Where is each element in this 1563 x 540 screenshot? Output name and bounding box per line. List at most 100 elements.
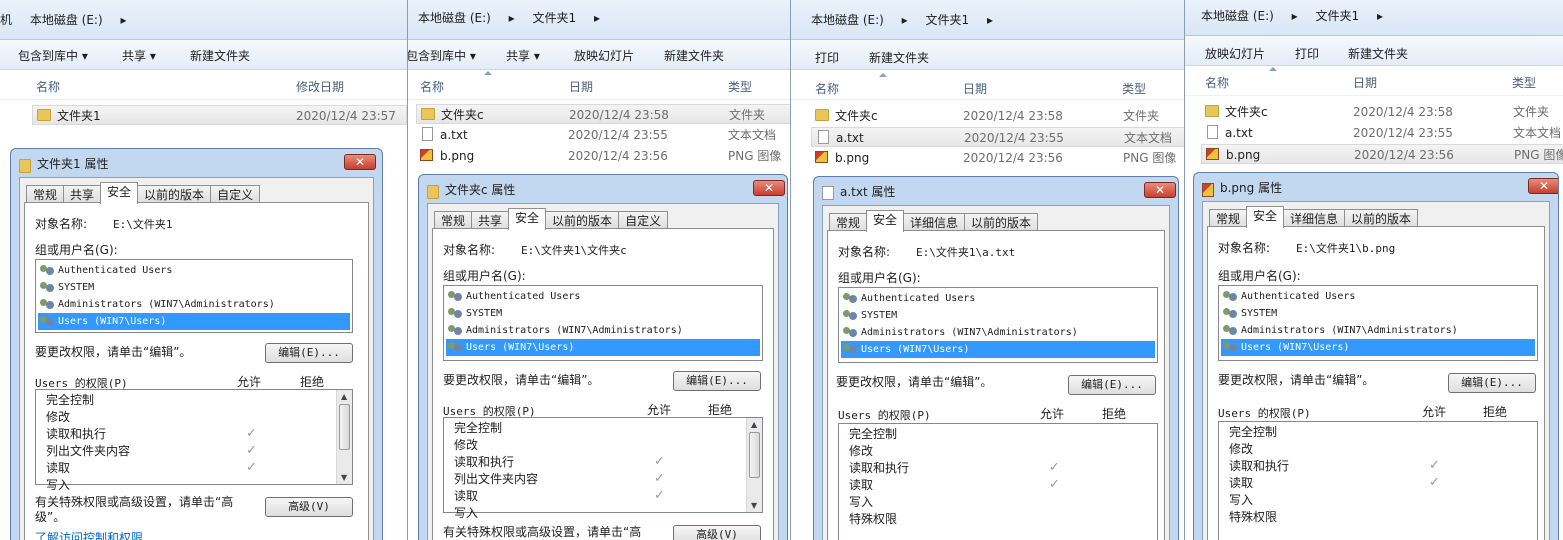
scroll-up-icon[interactable]: ▲	[751, 420, 757, 429]
tab-security[interactable]: 安全	[508, 208, 547, 230]
share-button[interactable]: 共享 ▾	[122, 47, 156, 64]
new-folder-button[interactable]: 新建文件夹	[190, 47, 250, 64]
col-name[interactable]: 名称	[815, 80, 839, 97]
include-in-library-button[interactable]: 包含到库中 ▾	[408, 47, 476, 64]
user-name: SYSTEM	[861, 310, 898, 321]
user-item-selected[interactable]: Users (WIN7\Users)	[38, 313, 350, 330]
file-row[interactable]: a.txt 2020/12/4 23:55 文本文档	[811, 127, 1184, 147]
breadcrumb-disk-e[interactable]: 本地磁盘 (E:)	[811, 13, 884, 27]
tab-security[interactable]: 安全	[1246, 206, 1285, 228]
slideshow-button[interactable]: 放映幻灯片	[1205, 45, 1265, 62]
breadcrumb-disk-e[interactable]: 本地磁盘 (E:)	[30, 13, 103, 27]
col-name[interactable]: 名称	[1205, 74, 1229, 91]
address-bar[interactable]: 本地磁盘 (E:) ▸ 文件夹1 ▸	[1185, 0, 1563, 36]
file-row[interactable]: 文件夹1 2020/12/4 23:57	[32, 105, 407, 125]
breadcrumb-folder1[interactable]: 文件夹1	[1316, 9, 1360, 23]
file-row[interactable]: a.txt 2020/12/4 23:55 文本文档	[416, 125, 790, 145]
permissions-scrollbar[interactable]: ▲ ▼	[746, 418, 762, 512]
file-row[interactable]: 文件夹c 2020/12/4 23:58 文件夹	[811, 106, 1184, 126]
breadcrumb-chevron-icon[interactable]: ▸	[120, 13, 126, 27]
address-bar[interactable]: 本地磁盘 (E:) ▸ 文件夹1 ▸	[791, 0, 1184, 40]
breadcrumb-chevron-icon[interactable]: ▸	[594, 11, 600, 25]
breadcrumb-computer[interactable]: 机	[0, 13, 12, 27]
share-button[interactable]: 共享 ▾	[506, 47, 540, 64]
user-item[interactable]: Administrators (WIN7\Administrators)	[38, 296, 350, 313]
breadcrumb-chevron-icon[interactable]: ▸	[902, 13, 908, 27]
scroll-down-icon[interactable]: ▼	[341, 473, 347, 482]
advanced-button[interactable]: 高级(V)	[673, 525, 761, 540]
file-row[interactable]: 文件夹c 2020/12/4 23:58 文件夹	[416, 104, 790, 124]
breadcrumb-folder1[interactable]: 文件夹1	[926, 13, 970, 27]
file-row[interactable]: a.txt 2020/12/4 23:55 文本文档	[1201, 123, 1563, 143]
breadcrumb-chevron-icon[interactable]: ▸	[987, 13, 993, 27]
file-row[interactable]: 文件夹c 2020/12/4 23:58 文件夹	[1201, 102, 1563, 122]
user-item[interactable]: SYSTEM	[446, 305, 760, 322]
user-item-selected[interactable]: Users (WIN7\Users)	[1221, 339, 1535, 356]
include-in-library-button[interactable]: 包含到库中 ▾	[18, 47, 88, 64]
scroll-down-icon[interactable]: ▼	[751, 501, 757, 510]
address-bar[interactable]: 机 本地磁盘 (E:) ▸	[0, 0, 407, 40]
user-item[interactable]: Authenticated Users	[1221, 288, 1535, 305]
col-type[interactable]: 类型	[1512, 74, 1536, 91]
col-type[interactable]: 类型	[1122, 80, 1146, 97]
file-row[interactable]: b.png 2020/12/4 23:56 PNG 图像	[416, 146, 790, 166]
new-folder-button[interactable]: 新建文件夹	[1348, 45, 1408, 62]
user-item[interactable]: Administrators (WIN7\Administrators)	[1221, 322, 1535, 339]
scroll-up-icon[interactable]: ▲	[341, 392, 347, 401]
permissions-scrollbar[interactable]: ▲ ▼	[336, 390, 352, 484]
perm-item: 完全控制	[1229, 425, 1278, 439]
user-list[interactable]: Authenticated Users SYSTEM Administrator…	[35, 259, 353, 333]
user-item[interactable]: SYSTEM	[841, 307, 1155, 324]
slideshow-button[interactable]: 放映幻灯片	[574, 47, 634, 64]
col-date[interactable]: 日期	[963, 80, 987, 97]
user-list[interactable]: Authenticated Users SYSTEM Administrator…	[1218, 285, 1538, 361]
perm-item: 修改	[849, 444, 874, 458]
user-item[interactable]: SYSTEM	[38, 279, 350, 296]
user-item[interactable]: Administrators (WIN7\Administrators)	[446, 322, 760, 339]
print-button[interactable]: 打印	[815, 49, 839, 66]
breadcrumb-disk-e[interactable]: 本地磁盘 (E:)	[1201, 9, 1274, 23]
user-list[interactable]: Authenticated Users SYSTEM Administrator…	[838, 287, 1158, 363]
perm-item: 列出文件夹内容	[46, 444, 131, 458]
col-date[interactable]: 日期	[1353, 74, 1377, 91]
edit-button[interactable]: 编辑(E)...	[1068, 375, 1156, 395]
file-row[interactable]: b.png 2020/12/4 23:56 PNG 图像	[1201, 144, 1563, 164]
print-button[interactable]: 打印	[1295, 45, 1319, 62]
close-icon[interactable]: ✕	[1528, 178, 1558, 194]
user-item[interactable]: Authenticated Users	[38, 262, 350, 279]
tab-security[interactable]: 安全	[100, 182, 139, 204]
breadcrumb-chevron-icon[interactable]: ▸	[1377, 9, 1383, 23]
edit-button[interactable]: 编辑(E)...	[1448, 373, 1536, 393]
user-item[interactable]: SYSTEM	[1221, 305, 1535, 322]
col-date[interactable]: 日期	[569, 78, 593, 95]
user-item[interactable]: Authenticated Users	[841, 290, 1155, 307]
col-type[interactable]: 类型	[728, 78, 752, 95]
new-folder-button[interactable]: 新建文件夹	[869, 49, 929, 66]
user-item[interactable]: Administrators (WIN7\Administrators)	[841, 324, 1155, 341]
edit-button[interactable]: 编辑(E)...	[265, 343, 353, 363]
command-bar: 放映幻灯片 打印 新建文件夹	[1185, 36, 1563, 66]
breadcrumb-disk-e[interactable]: 本地磁盘 (E:)	[418, 11, 491, 25]
col-date[interactable]: 修改日期	[296, 78, 344, 95]
user-list[interactable]: Authenticated Users SYSTEM Administrator…	[443, 285, 763, 361]
user-item[interactable]: Authenticated Users	[446, 288, 760, 305]
address-bar[interactable]: 本地磁盘 (E:) ▸ 文件夹1 ▸	[408, 0, 790, 40]
file-row[interactable]: b.png 2020/12/4 23:56 PNG 图像	[811, 148, 1184, 168]
close-icon[interactable]: ✕	[1144, 182, 1176, 198]
breadcrumb-folder1[interactable]: 文件夹1	[533, 11, 577, 25]
new-folder-button[interactable]: 新建文件夹	[664, 47, 724, 64]
tab-security[interactable]: 安全	[866, 210, 905, 232]
edit-button[interactable]: 编辑(E)...	[673, 371, 761, 391]
col-name[interactable]: 名称	[420, 78, 444, 95]
close-icon[interactable]: ✕	[753, 180, 785, 196]
user-item-selected[interactable]: Users (WIN7\Users)	[446, 339, 760, 356]
advanced-button[interactable]: 高级(V)	[265, 497, 353, 517]
scroll-thumb[interactable]	[749, 432, 760, 478]
breadcrumb-chevron-icon[interactable]: ▸	[509, 11, 515, 25]
user-item-selected[interactable]: Users (WIN7\Users)	[841, 341, 1155, 358]
close-icon[interactable]: ✕	[344, 154, 376, 170]
access-control-link[interactable]: 了解访问控制和权限	[35, 529, 143, 540]
scroll-thumb[interactable]	[339, 404, 350, 450]
breadcrumb-chevron-icon[interactable]: ▸	[1292, 9, 1298, 23]
col-name[interactable]: 名称	[36, 78, 60, 95]
